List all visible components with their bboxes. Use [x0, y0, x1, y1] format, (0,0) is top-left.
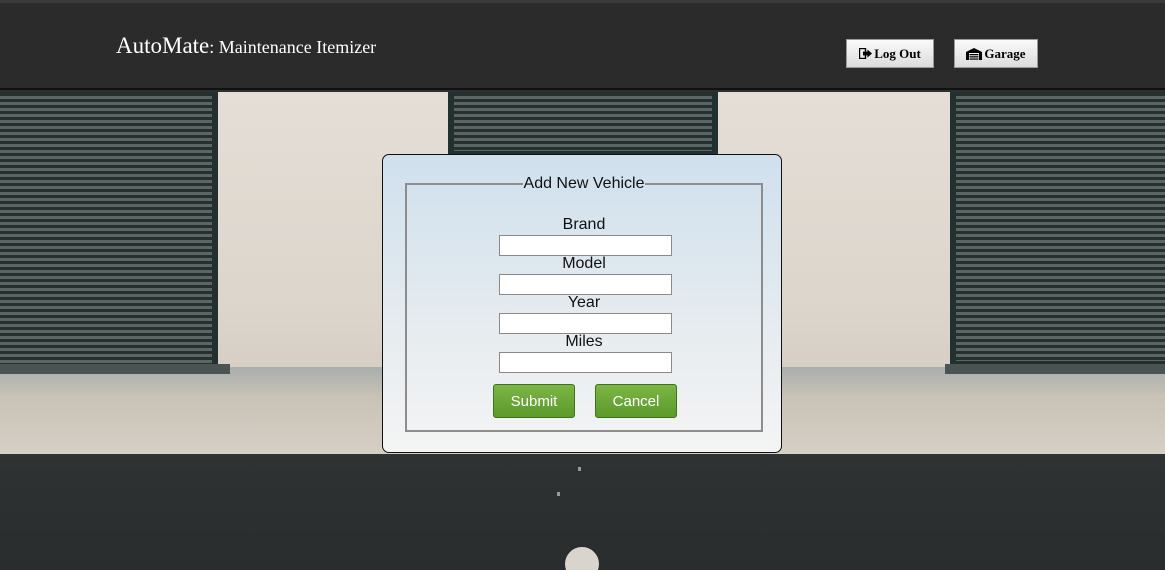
logout-label: Log Out [874, 45, 921, 61]
pavement-mark [557, 492, 560, 496]
app-brand: AutoMate: Maintenance Itemizer [116, 33, 376, 59]
window-shutter-right [950, 92, 1165, 367]
year-input[interactable] [499, 313, 672, 334]
miles-label: Miles [565, 333, 603, 350]
window-sill-left [0, 364, 230, 374]
logout-button[interactable]: Log Out [846, 39, 934, 68]
model-input[interactable] [499, 274, 672, 295]
brand-label: Brand [562, 216, 606, 233]
miles-input[interactable] [499, 352, 672, 373]
pavement-mark [578, 467, 581, 471]
form-legend: Add New Vehicle [523, 175, 645, 192]
brand-input[interactable] [499, 235, 672, 256]
warehouse-icon [966, 47, 983, 60]
year-label: Year [567, 294, 601, 311]
app-subtitle: : Maintenance Itemizer [209, 37, 377, 57]
add-vehicle-dialog: Add New Vehicle Brand Model Year Miles S… [382, 154, 782, 453]
cancel-button[interactable]: Cancel [595, 384, 677, 418]
add-vehicle-fieldset: Add New Vehicle Brand Model Year Miles S… [405, 176, 763, 432]
sign-out-icon [859, 48, 873, 59]
top-navbar: AutoMate: Maintenance Itemizer Log Out G… [0, 0, 1165, 90]
garage-button[interactable]: Garage [954, 39, 1038, 68]
app-name: AutoMate [116, 33, 210, 58]
window-sill-right [945, 364, 1165, 374]
garage-label: Garage [984, 45, 1026, 61]
submit-button[interactable]: Submit [493, 384, 575, 418]
window-shutter-middle [448, 92, 718, 157]
window-shutter-left [0, 92, 218, 369]
model-label: Model [562, 255, 606, 272]
